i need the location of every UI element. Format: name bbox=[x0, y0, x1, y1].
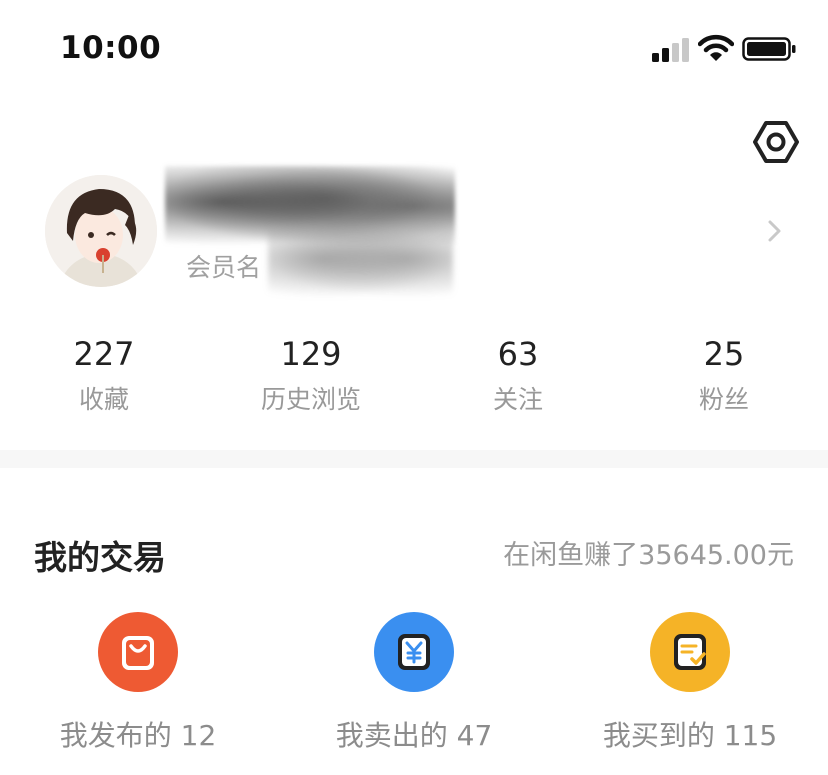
section-divider bbox=[0, 450, 828, 468]
avatar-illustration bbox=[45, 175, 157, 287]
stat-history[interactable]: 129 历史浏览 bbox=[231, 334, 391, 416]
stat-value: 63 bbox=[497, 335, 539, 373]
chevron-right-icon[interactable] bbox=[766, 218, 784, 244]
wifi-icon bbox=[698, 34, 734, 61]
stat-following[interactable]: 63 关注 bbox=[438, 334, 598, 416]
status-time: 10:00 bbox=[60, 30, 162, 66]
cellular-signal-icon bbox=[652, 38, 689, 62]
battery-icon bbox=[742, 37, 796, 61]
stat-label: 历史浏览 bbox=[260, 385, 361, 414]
stat-value: 227 bbox=[73, 335, 135, 373]
stat-label: 关注 bbox=[492, 385, 543, 414]
stat-favorites[interactable]: 227 收藏 bbox=[24, 334, 184, 416]
section-title-my-trades: 我的交易 bbox=[34, 538, 166, 577]
member-name-label: 会员名 bbox=[186, 253, 262, 282]
trade-label: 我发布的 12 bbox=[59, 719, 217, 752]
trade-published[interactable]: 我发布的 12 bbox=[18, 612, 258, 754]
avatar[interactable] bbox=[45, 175, 157, 287]
settings-icon[interactable] bbox=[752, 118, 800, 166]
stat-label: 粉丝 bbox=[698, 385, 749, 414]
shopping-bag-icon bbox=[98, 612, 178, 692]
yuan-icon bbox=[374, 612, 454, 692]
earned-summary[interactable]: 在闲鱼赚了35645.00元 bbox=[503, 533, 794, 572]
receipt-check-icon bbox=[650, 612, 730, 692]
stat-value: 129 bbox=[280, 335, 342, 373]
trade-bought[interactable]: 我买到的 115 bbox=[570, 612, 810, 754]
trade-sold[interactable]: 我卖出的 47 bbox=[294, 612, 534, 754]
stat-value: 25 bbox=[703, 335, 745, 373]
member-name-redacted bbox=[268, 220, 453, 298]
stat-fans[interactable]: 25 粉丝 bbox=[644, 334, 804, 416]
stat-label: 收藏 bbox=[78, 385, 129, 414]
trade-label: 我买到的 115 bbox=[602, 719, 778, 752]
trade-label: 我卖出的 47 bbox=[335, 719, 493, 752]
